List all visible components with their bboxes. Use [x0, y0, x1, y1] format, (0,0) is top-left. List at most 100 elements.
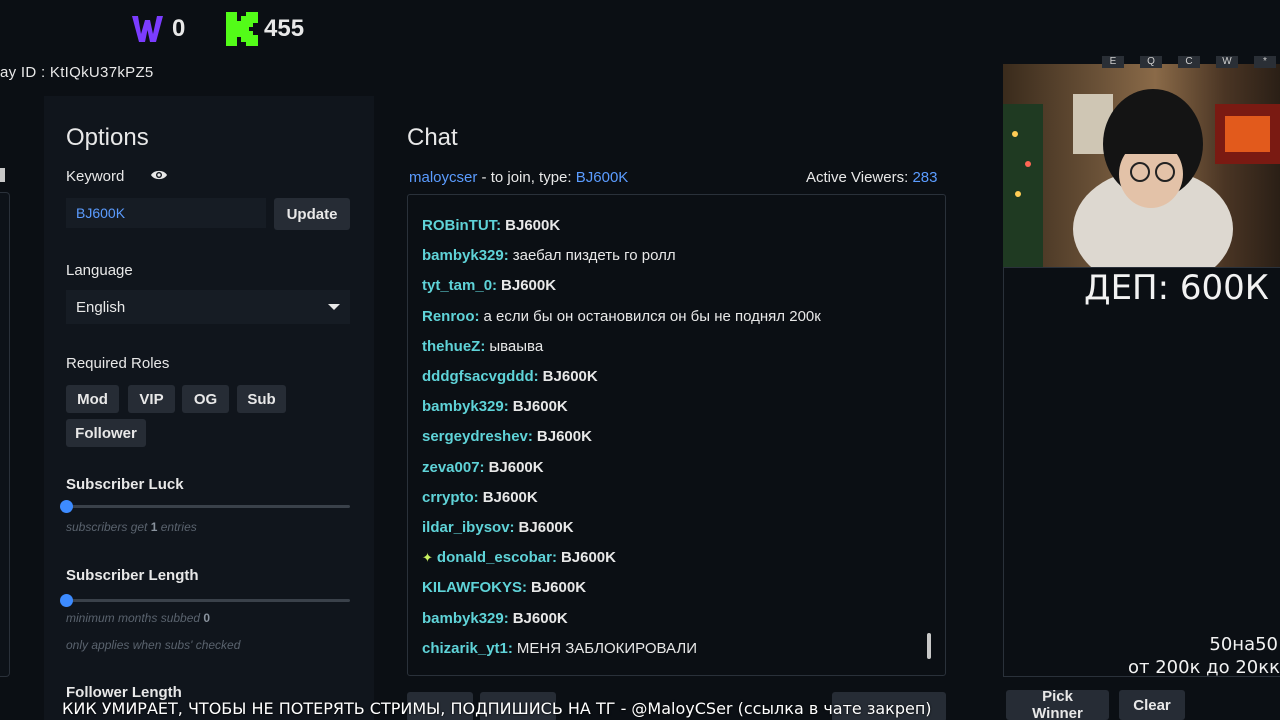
language-label: Language [66, 262, 133, 279]
w-logo-icon [130, 12, 166, 46]
chat-message: Renroo: а если бы он остановился он бы не… [422, 308, 821, 325]
language-value: English [76, 298, 126, 316]
role-mod-button[interactable]: Mod [66, 385, 119, 413]
hotkey-star: * [1254, 56, 1276, 68]
right-side-panel [1003, 267, 1280, 677]
hotkey-e: E [1102, 56, 1124, 68]
chat-title: Chat [407, 124, 458, 151]
subscriber-length-hint: minimum months subbed 0 [66, 611, 211, 625]
chat-text: BJ600K [512, 398, 568, 416]
wallet-k-value: 455 [264, 15, 305, 42]
active-viewers: Active Viewers: 283 [806, 169, 938, 186]
play-id: ay ID : KtIQkU37kPZ5 [0, 64, 154, 81]
chat-username[interactable]: ROBinTUT: [422, 217, 501, 234]
join-keyword: BJ600K [575, 169, 629, 186]
chat-message: chizarik_yt1: МЕНЯ ЗАБЛОКИРОВАЛИ [422, 640, 697, 657]
subscriber-luck-slider[interactable] [60, 500, 350, 513]
chat-text: BJ600K [518, 519, 574, 536]
chat-username[interactable]: bambyk329: [422, 610, 509, 627]
role-og-button[interactable]: OG [182, 385, 229, 413]
clear-button[interactable]: Clear [1119, 690, 1185, 720]
chat-message: ROBinTUT: BJ600K [422, 217, 560, 234]
chat-message: tyt_tam_0: BJ600K [422, 277, 556, 294]
chat-scrollbar[interactable] [927, 633, 931, 659]
chat-text: BJ600K [531, 579, 587, 597]
chat-username[interactable]: KILAWFOKYS: [422, 579, 527, 596]
kick-logo-icon [226, 12, 258, 46]
chat-text: BJ600K [536, 428, 592, 446]
chat-message: bambyk329: BJ600K [422, 398, 568, 415]
chat-text: BJ600K [560, 549, 616, 567]
chat-message: KILAWFOKYS: BJ600K [422, 579, 586, 596]
chat-username[interactable]: ildar_ibysov: [422, 519, 515, 536]
chat-username[interactable]: tyt_tam_0: [422, 277, 497, 294]
hotkey-q: Q [1140, 56, 1162, 68]
chat-message: bambyk329: заебал пиздеть го ролл [422, 247, 676, 264]
chat-text: ываыва [489, 337, 544, 355]
chevron-down-icon [328, 304, 340, 310]
chat-username[interactable]: sergeydreshev: [422, 428, 533, 445]
subscriber-luck-label: Subscriber Luck [66, 476, 184, 493]
keyword-label: Keyword [66, 168, 125, 185]
role-vip-button[interactable]: VIP [128, 385, 175, 413]
chat-text: BJ600K [505, 217, 561, 234]
chat-text: BJ600K [542, 368, 598, 385]
corner-line-2: от 200к до 20кк [1128, 657, 1280, 678]
edge-marker [0, 168, 5, 182]
chat-text: BJ600K [482, 488, 538, 506]
chat-text: BJ600K [512, 609, 568, 627]
required-roles-label: Required Roles [66, 355, 170, 372]
chat-text: BJ600K [501, 277, 557, 295]
role-follower-button[interactable]: Follower [66, 419, 146, 447]
subscriber-length-slider[interactable] [60, 594, 350, 607]
keyword-input[interactable] [66, 198, 266, 228]
chat-text: заебал пиздеть го ролл [512, 247, 676, 265]
eye-icon[interactable] [150, 168, 168, 187]
chat-username[interactable]: dddgfsacvgddd: [422, 368, 539, 385]
deposit-overlay: ДЕП: 600К [1084, 268, 1269, 308]
chat-username[interactable]: donald_escobar: [437, 549, 557, 566]
chat-username[interactable]: Renroo: [422, 308, 480, 325]
role-sub-button[interactable]: Sub [237, 385, 286, 413]
wallet-k: 455 [226, 12, 304, 46]
chat-username[interactable]: chizarik_yt1: [422, 640, 513, 657]
chat-message: zeva007: BJ600K [422, 459, 544, 476]
chat-message: thehueZ: ываыва [422, 338, 543, 355]
chat-text: BJ600K [488, 458, 544, 476]
join-instructions: maloycser - to join, type: BJ600K [409, 169, 629, 186]
corner-line-1: 50на50 [1209, 634, 1278, 655]
chat-text: а если бы он остановился он бы не поднял… [483, 307, 821, 325]
options-title: Options [66, 124, 149, 151]
webcam-feed [1003, 64, 1280, 267]
chat-username[interactable]: zeva007: [422, 459, 485, 476]
hotkey-w: W [1216, 56, 1238, 68]
chat-username[interactable]: thehueZ: [422, 338, 485, 355]
chat-box[interactable]: ROBinTUT: BJ600K bambyk329: заебал пиздеть … [407, 194, 946, 676]
left-edge-panel [0, 192, 10, 677]
language-select[interactable]: English [66, 290, 350, 324]
announcement-ticker: КИК УМИРАЕТ, ЧТОБЫ НЕ ПОТЕРЯТЬ СТРИМЫ, П… [62, 699, 932, 718]
subscriber-length-note: only applies when subs' checked [66, 638, 241, 652]
slider-handle[interactable] [60, 500, 73, 513]
chat-username[interactable]: bambyk329: [422, 398, 509, 415]
chat-username[interactable]: bambyk329: [422, 247, 509, 264]
pick-winner-button[interactable]: Pick Winner [1006, 688, 1109, 720]
chat-message: crrypto: BJ600K [422, 489, 538, 506]
chat-message: dddgfsacvgddd: BJ600K [422, 368, 598, 385]
hotkey-row: E Q C W * [1102, 56, 1276, 68]
wallet-w: 0 [130, 12, 185, 46]
update-button[interactable]: Update [274, 198, 350, 230]
chat-text: МЕНЯ ЗАБЛОКИРОВАЛИ [516, 639, 697, 657]
slider-handle[interactable] [60, 594, 73, 607]
chat-message: sergeydreshev: BJ600K [422, 428, 592, 445]
streamer-name[interactable]: maloycser [409, 169, 477, 186]
hotkey-c: C [1178, 56, 1200, 68]
chat-message: ✦ donald_escobar: BJ600K [422, 549, 616, 566]
chat-message: ildar_ibysov: BJ600K [422, 519, 574, 536]
wallet-w-value: 0 [172, 15, 186, 42]
subscriber-luck-hint: subscribers get 1 entries [66, 520, 197, 534]
chat-username[interactable]: crrypto: [422, 489, 479, 506]
subscriber-length-label: Subscriber Length [66, 567, 199, 584]
chat-message: bambyk329: BJ600K [422, 610, 568, 627]
sparkle-badge-icon: ✦ [422, 549, 433, 565]
